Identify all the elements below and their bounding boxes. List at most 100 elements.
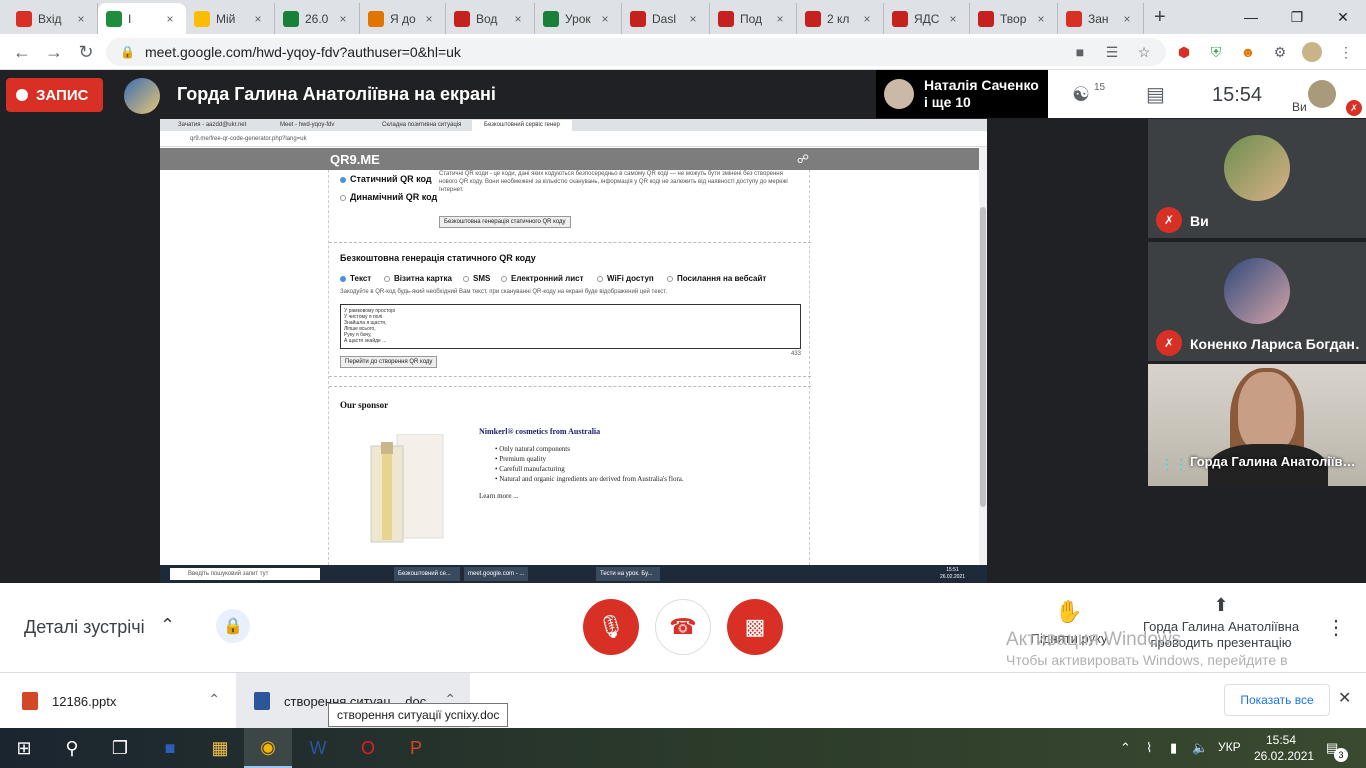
shared-address-bar: qr9.me/free-qr-code-generator.php?lang=u… xyxy=(160,131,987,147)
task-view-icon[interactable]: ❐ xyxy=(96,728,144,768)
qr-site-header: QR9.ME ☍ xyxy=(160,148,987,170)
windows-taskbar: ⊞ ⚲ ❐ ■ ▦ ◉ W O P ⌃ ⌇ ▮ 🔈 УКР 15:54 26.0… xyxy=(0,728,1366,768)
show-all-downloads-button[interactable]: Показать все xyxy=(1224,684,1330,716)
tab-title: I xyxy=(128,11,132,26)
word-icon[interactable]: W xyxy=(294,728,342,768)
forward-button[interactable]: → xyxy=(42,40,66,64)
restore-window-button[interactable]: ❐ xyxy=(1274,0,1320,34)
camera-toggle-button[interactable]: ▩ xyxy=(727,599,783,655)
close-tab-icon[interactable]: × xyxy=(510,12,526,26)
windows-start-icon[interactable]: ⊞ xyxy=(0,728,48,768)
chrome-icon[interactable]: ◉ xyxy=(244,728,292,768)
close-tab-icon[interactable]: × xyxy=(73,12,89,26)
browser-tab[interactable]: I × xyxy=(98,3,186,34)
shield-extension-icon[interactable]: ⛨ xyxy=(1206,42,1226,62)
tab-title: Мій xyxy=(216,11,236,26)
new-tab-button[interactable]: + xyxy=(1154,6,1166,29)
tray-chevron-icon[interactable]: ⌃ xyxy=(1120,740,1131,756)
tab-favicon-icon xyxy=(718,10,734,27)
network-icon[interactable]: ⌇ xyxy=(1146,740,1152,756)
search-icon[interactable]: ⚲ xyxy=(48,728,96,768)
pinned-participant[interactable]: Наталія Саченко і ще 10 xyxy=(876,70,1048,118)
people-icon[interactable]: ☯ xyxy=(1072,82,1090,107)
close-tab-icon[interactable]: × xyxy=(250,12,266,26)
shared-browser-tab: Зачатия - aazdd@ukr.net xyxy=(178,122,247,128)
powerpoint-icon[interactable]: P xyxy=(392,728,440,768)
share-icon: ☍ xyxy=(796,152,809,166)
save-app-icon[interactable]: ■ xyxy=(146,728,194,768)
close-tab-icon[interactable]: × xyxy=(162,12,178,26)
back-button[interactable]: ← xyxy=(10,40,34,64)
close-window-button[interactable]: ✕ xyxy=(1320,0,1366,34)
close-tab-icon[interactable]: × xyxy=(685,12,701,26)
browser-tab[interactable]: Вод × xyxy=(446,3,535,34)
puzzle-icon[interactable]: ⚙ xyxy=(1270,42,1290,62)
browser-tab[interactable]: Dasl × xyxy=(622,3,710,34)
close-tab-icon[interactable]: × xyxy=(859,12,875,26)
close-tab-icon[interactable]: × xyxy=(1033,12,1049,26)
close-tab-icon[interactable]: × xyxy=(597,12,613,26)
chevron-up-icon[interactable]: ⌃ xyxy=(160,615,175,636)
address-bar[interactable]: 🔒 meet.google.com/hwd-yqoy-fdv?authuser=… xyxy=(106,38,1166,66)
browser-tab[interactable]: ЯДС × xyxy=(884,3,970,34)
camera-icon[interactable]: ■ xyxy=(1070,42,1090,62)
security-shield-icon[interactable]: 🔒 xyxy=(216,609,250,643)
close-tab-icon[interactable]: × xyxy=(1119,12,1135,26)
profile-avatar[interactable] xyxy=(1302,42,1322,62)
shared-taskbar-app: Тести на урок. Бу... xyxy=(596,567,660,581)
sponsor-title: Nimkerl® cosmetics from Australia xyxy=(479,427,601,436)
qr-type-option: WiFi доступ xyxy=(597,274,654,283)
participant-video-horda[interactable]: ⋮⋮ Горда Галина Анатоліїв… xyxy=(1148,364,1366,486)
chevron-up-icon[interactable]: ⌃ xyxy=(208,691,220,708)
recording-badge[interactable]: ЗАПИС xyxy=(6,78,103,112)
radio-checked-icon xyxy=(340,176,346,183)
menu-dots-icon[interactable]: ⋮ xyxy=(1336,42,1356,62)
file-explorer-icon[interactable]: ▦ xyxy=(196,728,244,768)
browser-tab[interactable]: 26.0 × xyxy=(275,3,360,34)
self-label: Ви xyxy=(1292,100,1307,114)
extension-face-icon[interactable]: ☻ xyxy=(1238,42,1258,62)
adblock-icon[interactable]: ⬢ xyxy=(1174,42,1194,62)
battery-icon[interactable]: ▮ xyxy=(1170,740,1177,756)
shared-taskbar-clock: 15:51 26.02.2021 xyxy=(939,567,965,580)
browser-tab[interactable]: Я до × xyxy=(360,3,446,34)
close-tab-icon[interactable]: × xyxy=(945,12,961,26)
browser-toolbar: ← → ↻ 🔒 meet.google.com/hwd-yqoy-fdv?aut… xyxy=(0,34,1366,70)
close-icon[interactable]: ✕ xyxy=(1338,688,1351,708)
browser-tab[interactable]: Твор × xyxy=(970,3,1058,34)
chat-icon[interactable]: ▤ xyxy=(1146,82,1165,107)
minimize-window-button[interactable]: — xyxy=(1228,0,1274,34)
meeting-details-button[interactable]: Деталі зустрічі xyxy=(24,617,145,638)
close-tab-icon[interactable]: × xyxy=(772,12,788,26)
download-item[interactable]: 12186.pptx ⌃ xyxy=(0,673,234,729)
browser-tab[interactable]: Урок × xyxy=(535,3,622,34)
participant-name: Горда Галина Анатоліїв… xyxy=(1190,454,1356,469)
self-view-thumb[interactable]: Ви ✗ xyxy=(1282,70,1366,118)
volume-icon[interactable]: 🔈 xyxy=(1192,740,1208,756)
browser-tab[interactable]: Под × xyxy=(710,3,797,34)
reload-button[interactable]: ↻ xyxy=(74,40,98,64)
close-tab-icon[interactable]: × xyxy=(421,12,437,26)
close-tab-icon[interactable]: × xyxy=(335,12,351,26)
lock-icon: 🔒 xyxy=(120,45,135,59)
browser-tab[interactable]: 2 кл × xyxy=(797,3,884,34)
translate-icon[interactable]: ☰ xyxy=(1102,42,1122,62)
leave-call-button[interactable]: ☎ xyxy=(655,599,711,655)
avatar xyxy=(884,79,914,109)
tab-title: Вод xyxy=(476,11,498,26)
taskbar-clock[interactable]: 15:54 26.02.2021 xyxy=(1254,732,1314,764)
notifications-badge: 3 xyxy=(1334,748,1348,762)
keyboard-language[interactable]: УКР xyxy=(1218,740,1241,754)
participant-tile-konenko[interactable]: ✗ Коненко Лариса Богдан… xyxy=(1148,242,1366,361)
browser-tab[interactable]: Мій × xyxy=(186,3,275,34)
qr-site-logo: QR9.ME xyxy=(330,152,380,167)
video-face xyxy=(1238,372,1296,452)
bookmark-star-icon[interactable]: ☆ xyxy=(1134,42,1154,62)
opera-icon[interactable]: O xyxy=(344,728,392,768)
participant-tile-self[interactable]: ✗ Ви xyxy=(1148,119,1366,238)
browser-tab[interactable]: Зан × xyxy=(1058,3,1144,34)
tab-title: Dasl xyxy=(652,11,677,26)
mic-toggle-button[interactable]: 🎙 xyxy=(583,599,639,655)
radio-icon xyxy=(667,275,673,282)
browser-tab[interactable]: Вхід × xyxy=(8,3,98,34)
